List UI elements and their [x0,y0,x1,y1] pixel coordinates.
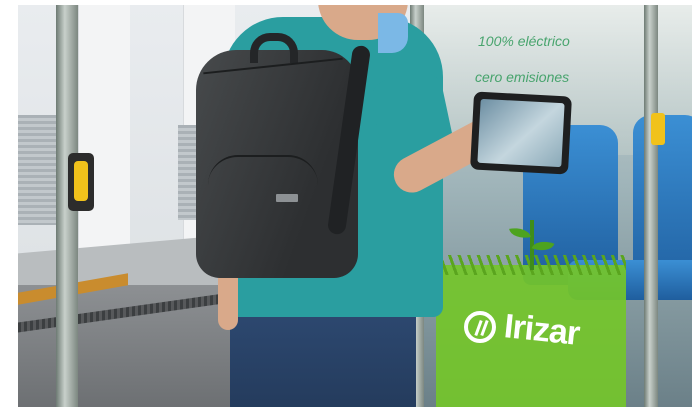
stop-button-right [651,113,665,145]
backpack-label [276,194,298,202]
stop-button [68,153,94,211]
irizar-brand-text: Irizar [502,307,582,353]
face-mask [378,13,408,53]
backpack-pocket [208,155,318,255]
door-text-line2: cero emisiones [475,69,570,85]
grab-pole-right [644,5,658,407]
door-text-line1: 100% eléctrico [478,33,570,49]
photo-scene: 100% eléctrico cero emisiones Irizar [18,5,692,407]
backpack-handle [250,33,298,63]
ticket-validator-tablet[interactable] [470,91,572,175]
irizar-logo-icon [464,311,496,343]
facade-column [78,5,130,255]
tablet-screen[interactable] [477,98,565,168]
